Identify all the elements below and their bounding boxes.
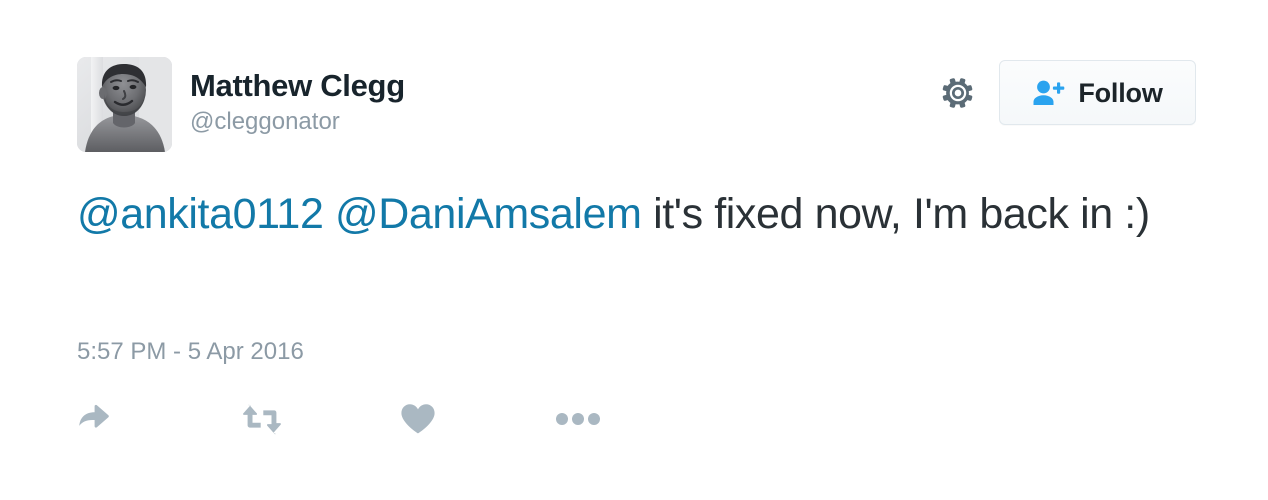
like-button[interactable] — [399, 396, 437, 442]
tweet-header: Matthew Clegg @cleggonator Follow — [77, 57, 1196, 153]
tweet-text-rest: it's fixed now, I'm back in :) — [653, 190, 1150, 238]
author-fullname[interactable]: Matthew Clegg — [190, 67, 405, 105]
more-dots-icon — [556, 413, 600, 425]
follow-button[interactable]: Follow — [999, 60, 1196, 125]
retweet-icon — [243, 404, 281, 435]
gear-button[interactable] — [936, 71, 980, 115]
more-button[interactable] — [555, 396, 601, 442]
reply-arrow-icon — [79, 404, 109, 428]
mention-link-2[interactable]: @DaniAmsalem — [335, 190, 642, 238]
tweet-text: @ankita0112 @DaniAmsalem it's fixed now,… — [77, 182, 1187, 247]
gear-icon — [942, 78, 973, 108]
tweet-actions — [77, 396, 637, 442]
avatar-photo — [77, 57, 172, 152]
heart-icon — [401, 404, 435, 434]
author-username[interactable]: @cleggonator — [190, 107, 405, 137]
follow-button-label: Follow — [1078, 77, 1163, 108]
tweet-card: Matthew Clegg @cleggonator Follow @ankit… — [0, 0, 1268, 500]
avatar[interactable] — [77, 57, 172, 152]
mention-link-1[interactable]: @ankita0112 — [77, 190, 324, 238]
retweet-button[interactable] — [239, 396, 285, 442]
identity-block: Matthew Clegg @cleggonator — [190, 67, 405, 137]
tweet-timestamp[interactable]: 5:57 PM - 5 Apr 2016 — [77, 337, 304, 367]
person-add-icon — [1032, 79, 1066, 107]
reply-button[interactable] — [77, 396, 119, 442]
